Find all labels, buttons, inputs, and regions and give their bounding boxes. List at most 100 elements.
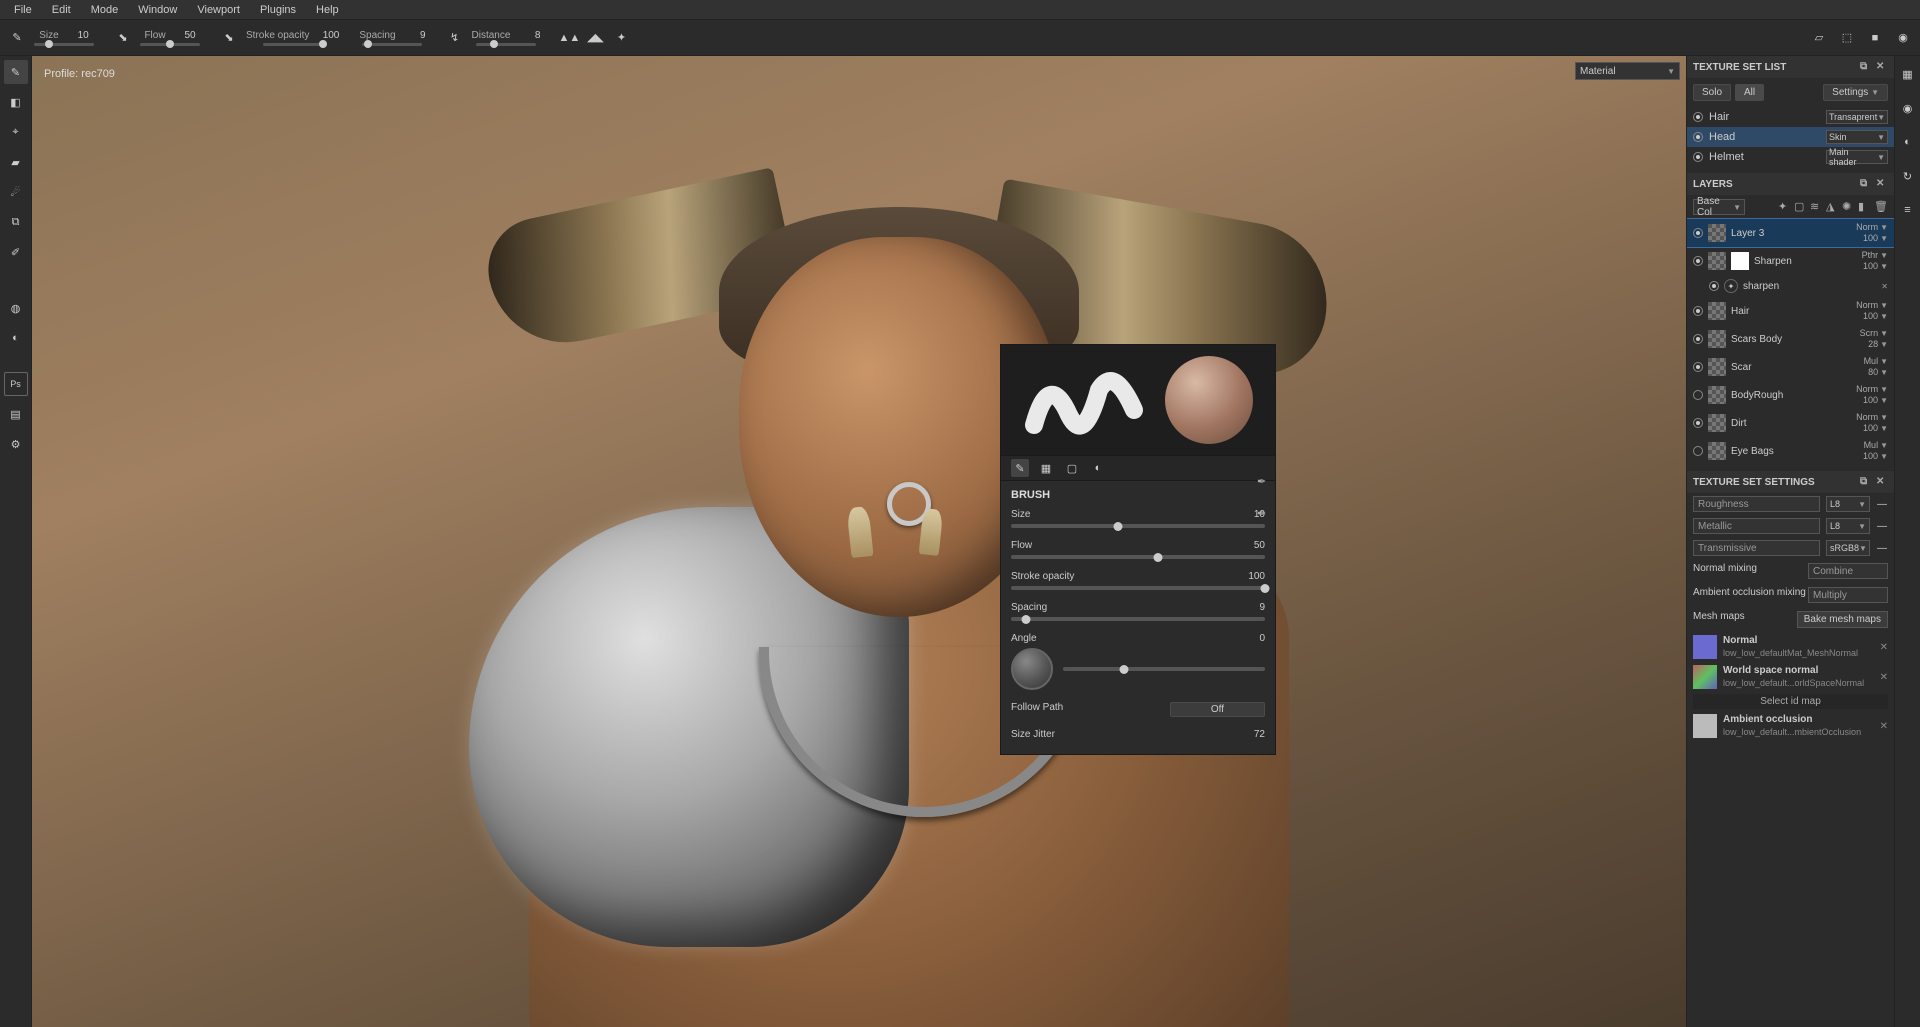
texture-set-row[interactable]: Helmet Main shader▼ [1687,147,1894,167]
perspective-icon[interactable]: ▱ [1810,29,1828,47]
channel-format-dropdown[interactable]: L8▼ [1826,518,1870,534]
angle-slider[interactable] [1063,667,1265,671]
bake-mesh-maps-button[interactable]: Bake mesh maps [1797,611,1888,628]
layer-row[interactable]: ✦sharpen✕ [1687,275,1894,297]
settings-dropdown[interactable]: Settings ▼ [1823,84,1888,101]
layer-row[interactable]: Scars BodyScrn▼28▼ [1687,325,1894,353]
layer-visibility[interactable] [1693,362,1703,372]
radial-icon[interactable]: ✦ [612,29,630,47]
picker-tool[interactable]: ✐ [4,240,28,264]
channel-name[interactable]: Metallic [1693,518,1820,534]
material-dropdown[interactable]: Material▼ [1575,62,1680,80]
clear-map-button[interactable]: ✕ [1880,672,1888,683]
undock-icon[interactable]: ⧉ [1860,178,1872,190]
clone-tool[interactable]: ⧉ [4,210,28,234]
camera-photo-icon[interactable]: ◉ [1894,29,1912,47]
mesh-map-row[interactable]: Normallow_low_defaultMat_MeshNormal ✕ [1687,632,1894,662]
visibility-toggle[interactable] [1693,132,1703,142]
channel-name[interactable]: Transmissive [1693,540,1820,556]
layer-opacity[interactable]: 100 [1863,311,1878,322]
channel-dropdown[interactable]: Base Col▼ [1693,199,1745,215]
layer-opacity[interactable]: 100 [1863,451,1878,462]
close-icon[interactable]: ✕ [1876,476,1888,488]
layer-visibility[interactable] [1693,256,1703,266]
channel-format-dropdown[interactable]: L8▼ [1826,496,1870,512]
blend-mode[interactable]: Mul [1864,356,1879,367]
effect-icon[interactable]: ✦ [1778,200,1792,214]
brush-tab-material[interactable]: ◐ [1089,459,1107,477]
layer-opacity[interactable]: 100 [1863,261,1878,272]
settings-icon[interactable]: ⚙ [4,432,28,456]
layer-row[interactable]: DirtNorm▼100▼ [1687,409,1894,437]
eraser-tool[interactable]: ◧ [4,90,28,114]
folder-icon[interactable]: ▮ [1858,200,1872,214]
fill-layer-icon[interactable]: ◮ [1826,200,1840,214]
normal-mixing-dropdown[interactable]: Combine [1808,563,1888,579]
layer-row[interactable]: Layer 3Norm▼100▼ [1687,219,1894,247]
layer-row[interactable]: HairNorm▼100▼ [1687,297,1894,325]
brush-tab-alpha[interactable]: ▦ [1037,459,1055,477]
menu-plugins[interactable]: Plugins [250,4,306,16]
layer-row[interactable]: Eye BagsMul▼100▼ [1687,437,1894,465]
brush-param-slider[interactable] [1011,555,1265,559]
blend-mode[interactable]: Norm [1856,300,1878,311]
projection-tool[interactable]: ⌖ [4,120,28,144]
spacing-slider[interactable] [362,43,422,46]
brush-param-slider[interactable] [1011,524,1265,528]
solo-button[interactable]: Solo [1693,84,1731,101]
layer-visibility[interactable] [1693,306,1703,316]
texture-set-row[interactable]: Head Skin▼ [1687,127,1894,147]
3d-cube-icon[interactable]: ⬚ [1838,29,1856,47]
blend-mode[interactable]: Mul [1864,440,1879,451]
layer-row[interactable]: ScarMul▼80▼ [1687,353,1894,381]
layer-row[interactable]: SharpenPthr▼100▼ [1687,247,1894,275]
brush-preset-icon[interactable]: ✎ [8,29,26,47]
layer-visibility[interactable] [1693,390,1703,400]
undock-icon[interactable]: ⧉ [1860,476,1872,488]
layer-visibility[interactable] [1693,418,1703,428]
stack-icon[interactable]: ≋ [1810,200,1824,214]
paint-tool[interactable]: ✎ [4,60,28,84]
ao-mixing-dropdown[interactable]: Multiply [1808,587,1888,603]
layer-visibility[interactable] [1693,228,1703,238]
panel-display-icon[interactable]: ◐ [1896,130,1920,154]
brush-param-slider[interactable] [1011,617,1265,621]
follow-path-toggle[interactable]: Off [1170,702,1265,717]
shader-dropdown[interactable]: Transaprent▼ [1826,110,1888,124]
layer-row[interactable]: BodyRoughNorm▼100▼ [1687,381,1894,409]
channel-format-dropdown[interactable]: sRGB8▼ [1826,540,1870,556]
remove-channel-button[interactable]: — [1876,543,1888,554]
blend-mode[interactable]: Pthr [1862,250,1879,261]
menu-viewport[interactable]: Viewport [187,4,250,16]
blend-mode[interactable]: Norm [1856,384,1878,395]
angle-dial[interactable] [1011,648,1053,690]
layer-opacity[interactable]: 100 [1863,423,1878,434]
stroke-opacity-slider[interactable] [263,43,323,46]
panel-log-icon[interactable]: ≡ [1896,198,1920,222]
undock-icon[interactable]: ⧉ [1860,61,1872,73]
panel-layout-icon[interactable]: ▦ [1896,62,1920,86]
mask-tool[interactable]: ◐ [4,326,28,350]
smart-icon[interactable]: ✺ [1842,200,1856,214]
remove-channel-button[interactable]: — [1876,499,1888,510]
blend-mode[interactable]: Norm [1856,222,1878,233]
pressure-flow-icon[interactable]: ✒ [1257,507,1271,521]
blend-mode[interactable]: Norm [1856,412,1878,423]
mesh-map-row[interactable]: World space normallow_low_default...orld… [1687,662,1894,692]
all-button[interactable]: All [1735,84,1764,101]
mask-icon[interactable]: ▢ [1794,200,1808,214]
menu-mode[interactable]: Mode [81,4,129,16]
blend-mode[interactable]: Scrn [1860,328,1879,339]
menu-file[interactable]: File [4,4,42,16]
menu-window[interactable]: Window [128,4,187,16]
visibility-toggle[interactable] [1693,152,1703,162]
layer-visibility[interactable] [1709,281,1719,291]
channel-name[interactable]: Roughness [1693,496,1820,512]
layer-opacity[interactable]: 100 [1863,395,1878,406]
layer-visibility[interactable] [1693,334,1703,344]
shader-dropdown[interactable]: Main shader▼ [1826,150,1888,164]
remove-channel-button[interactable]: — [1876,521,1888,532]
mesh-map-row[interactable]: Ambient occlusionlow_low_default...mbien… [1687,711,1894,741]
visibility-toggle[interactable] [1693,112,1703,122]
layer-visibility[interactable] [1693,446,1703,456]
